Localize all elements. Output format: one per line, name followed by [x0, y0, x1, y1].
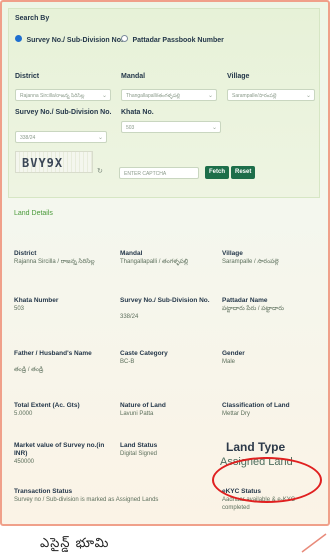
- detail-transaction-label: Transaction Status: [14, 488, 73, 495]
- caption-text: ఎసైన్డ్ భూమి: [40, 536, 110, 551]
- village-select[interactable]: Sarampalle/సారంపల్లె ⌄: [227, 89, 315, 101]
- khata-label: Khata No.: [121, 109, 154, 116]
- detail-market-label: Market value of Survey no.(in INR): [14, 442, 105, 457]
- radio-survey-option[interactable]: Survey No./ Sub-Division No.: [15, 29, 125, 47]
- detail-landtype-label: Land Type: [226, 440, 286, 454]
- refresh-captcha-icon[interactable]: ↻: [97, 167, 103, 175]
- fetch-button[interactable]: Fetch: [205, 166, 230, 179]
- captcha-input[interactable]: ENTER CAPTCHA: [119, 167, 199, 179]
- chevron-down-icon: ⌄: [211, 125, 217, 131]
- detail-nature-label: Nature of Land: [120, 402, 166, 409]
- detail-pattadar-label: Pattadar Name: [222, 297, 268, 304]
- district-select[interactable]: Rajanna Sircilla/రాజన్న సిరిసిల్ల ⌄: [15, 89, 111, 101]
- detail-mandal-value: Thangallapalli / తంగళ్ళపల్లి: [120, 259, 189, 265]
- detail-classification-label: Classification of Land: [222, 402, 290, 409]
- search-panel: Search By Survey No./ Sub-Division No. P…: [8, 8, 320, 198]
- detail-caste-label: Caste Category: [120, 350, 168, 357]
- pointer-hand-icon: [301, 533, 327, 553]
- detail-status-value: Digital Signed: [120, 451, 158, 457]
- detail-nature-value: Lavuni Patta: [120, 411, 154, 417]
- radio-passbook-option[interactable]: Pattadar Passbook Number: [121, 29, 231, 47]
- reset-button[interactable]: Reset: [231, 166, 256, 179]
- village-label: Village: [227, 73, 250, 80]
- detail-transaction-value: Survey no / Sub-division is marked as As…: [14, 497, 159, 503]
- land-details-title: Land Details: [14, 210, 53, 217]
- radio-selected-icon[interactable]: [15, 35, 22, 42]
- detail-father-label: Father / Husband's Name: [14, 350, 92, 357]
- district-label: District: [15, 73, 40, 80]
- survey-label: Survey No./ Sub-Division No.: [15, 109, 112, 116]
- detail-pattadar-value: పట్టాదారు పేరు / పట్టాదారు: [222, 306, 284, 312]
- captcha-image: BVY9X: [15, 151, 93, 173]
- search-by-title: Search By: [15, 15, 50, 22]
- khata-select[interactable]: 503 ⌄: [121, 121, 221, 133]
- detail-survey-value: 338/24: [120, 314, 139, 320]
- radio-survey-label: Survey No./ Sub-Division No.: [26, 37, 123, 44]
- radio-passbook-label: Pattadar Passbook Number: [132, 37, 224, 44]
- detail-khata-label: Khata Number: [14, 297, 59, 304]
- detail-caste-value: BC-B: [120, 359, 135, 365]
- mandal-label: Mandal: [121, 73, 146, 80]
- detail-village-label: Village: [222, 250, 243, 257]
- detail-khata-value: 503: [14, 306, 25, 312]
- detail-village-value: Sarampalle / సారంపల్లె: [222, 259, 279, 265]
- detail-extent-label: Total Extent (Ac. Gts): [14, 402, 80, 409]
- mandal-select[interactable]: Thangallapalli/తంగళ్ళపల్లి ⌄: [121, 89, 217, 101]
- detail-extent-value: 5.0000: [14, 411, 33, 417]
- detail-district-label: District: [14, 250, 37, 257]
- survey-select[interactable]: 338/24 ⌄: [15, 131, 107, 143]
- detail-district-value: Rajanna Sircilla / రాజన్న సిరిసిల్ల: [14, 259, 95, 265]
- chevron-down-icon: ⌄: [207, 93, 213, 99]
- chevron-down-icon: ⌄: [305, 93, 311, 99]
- detail-gender-label: Gender: [222, 350, 245, 357]
- detail-status-label: Land Status: [120, 442, 158, 449]
- radio-unselected-icon[interactable]: [121, 35, 128, 42]
- detail-father-value: తండ్రి / తండ్రి: [14, 367, 44, 373]
- detail-gender-value: Male: [222, 359, 236, 365]
- detail-mandal-label: Mandal: [120, 250, 143, 257]
- detail-classification-value: Mettar Dry: [222, 411, 251, 417]
- detail-survey-label: Survey No./ Sub-Division No.: [120, 297, 210, 304]
- detail-market-value: 450000: [14, 459, 35, 465]
- chevron-down-icon: ⌄: [101, 93, 107, 99]
- chevron-down-icon: ⌄: [97, 135, 103, 141]
- highlight-oval: [212, 457, 322, 503]
